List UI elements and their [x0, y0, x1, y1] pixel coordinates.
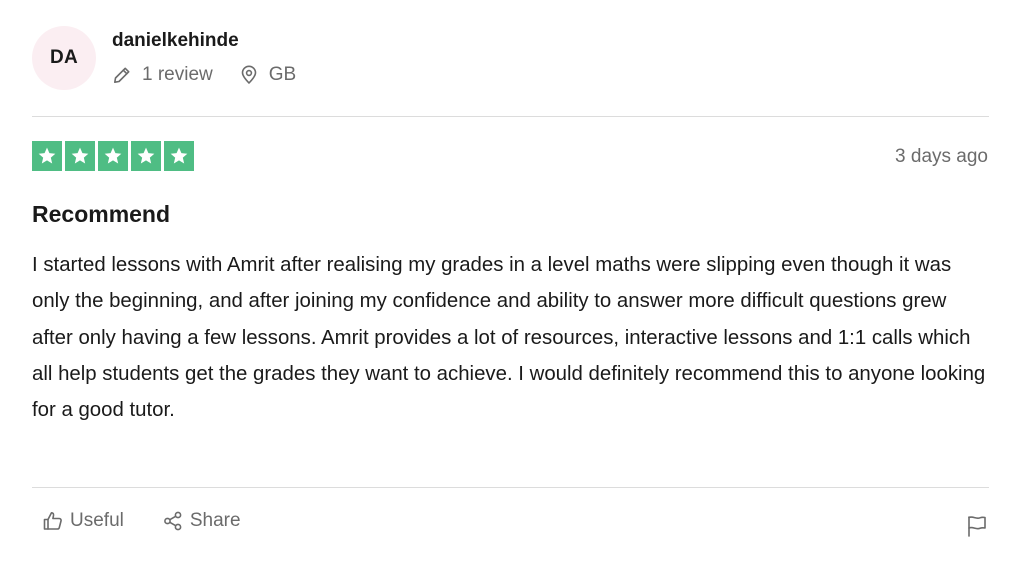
star-box [32, 141, 62, 171]
share-icon [163, 511, 182, 531]
review-body: I started lessons with Amrit after reali… [32, 254, 986, 422]
review-title[interactable]: Recommend [32, 200, 170, 228]
thumbs-up-icon [43, 511, 62, 530]
review-date: 3 days ago [895, 146, 988, 167]
reviewer-header: DA danielkehinde 1 review GB [32, 24, 296, 92]
review-card: DA danielkehinde 1 review GB 3 days ago … [0, 0, 1024, 561]
divider [32, 116, 989, 117]
report-flag-button[interactable] [966, 514, 988, 543]
review-count: 1 review [112, 64, 213, 86]
reviewer-name[interactable]: danielkehinde [112, 30, 296, 52]
location-pin-icon [241, 65, 257, 84]
share-button[interactable]: Share [162, 510, 241, 532]
star-icon [137, 147, 155, 164]
star-icon [38, 147, 56, 164]
star-icon [170, 147, 188, 164]
review-actions: Useful Share [42, 510, 241, 532]
flag-icon [968, 516, 986, 537]
star-box [65, 141, 95, 171]
star-box [164, 141, 194, 171]
star-icon [104, 147, 122, 164]
star-box [131, 141, 161, 171]
star-rating [32, 141, 194, 171]
useful-button[interactable]: Useful [42, 510, 124, 532]
review-count-label: 1 review [142, 64, 213, 85]
reviewer-location: GB [239, 64, 296, 86]
share-label: Share [189, 510, 241, 531]
reviewer-meta: 1 review GB [112, 64, 296, 86]
country-label: GB [268, 64, 297, 85]
star-icon [71, 147, 89, 164]
divider [32, 487, 989, 488]
pencil-icon [114, 67, 130, 83]
avatar[interactable]: DA [32, 26, 96, 90]
reviewer-info: danielkehinde 1 review GB [112, 30, 296, 86]
useful-label: Useful [70, 510, 124, 531]
star-box [98, 141, 128, 171]
